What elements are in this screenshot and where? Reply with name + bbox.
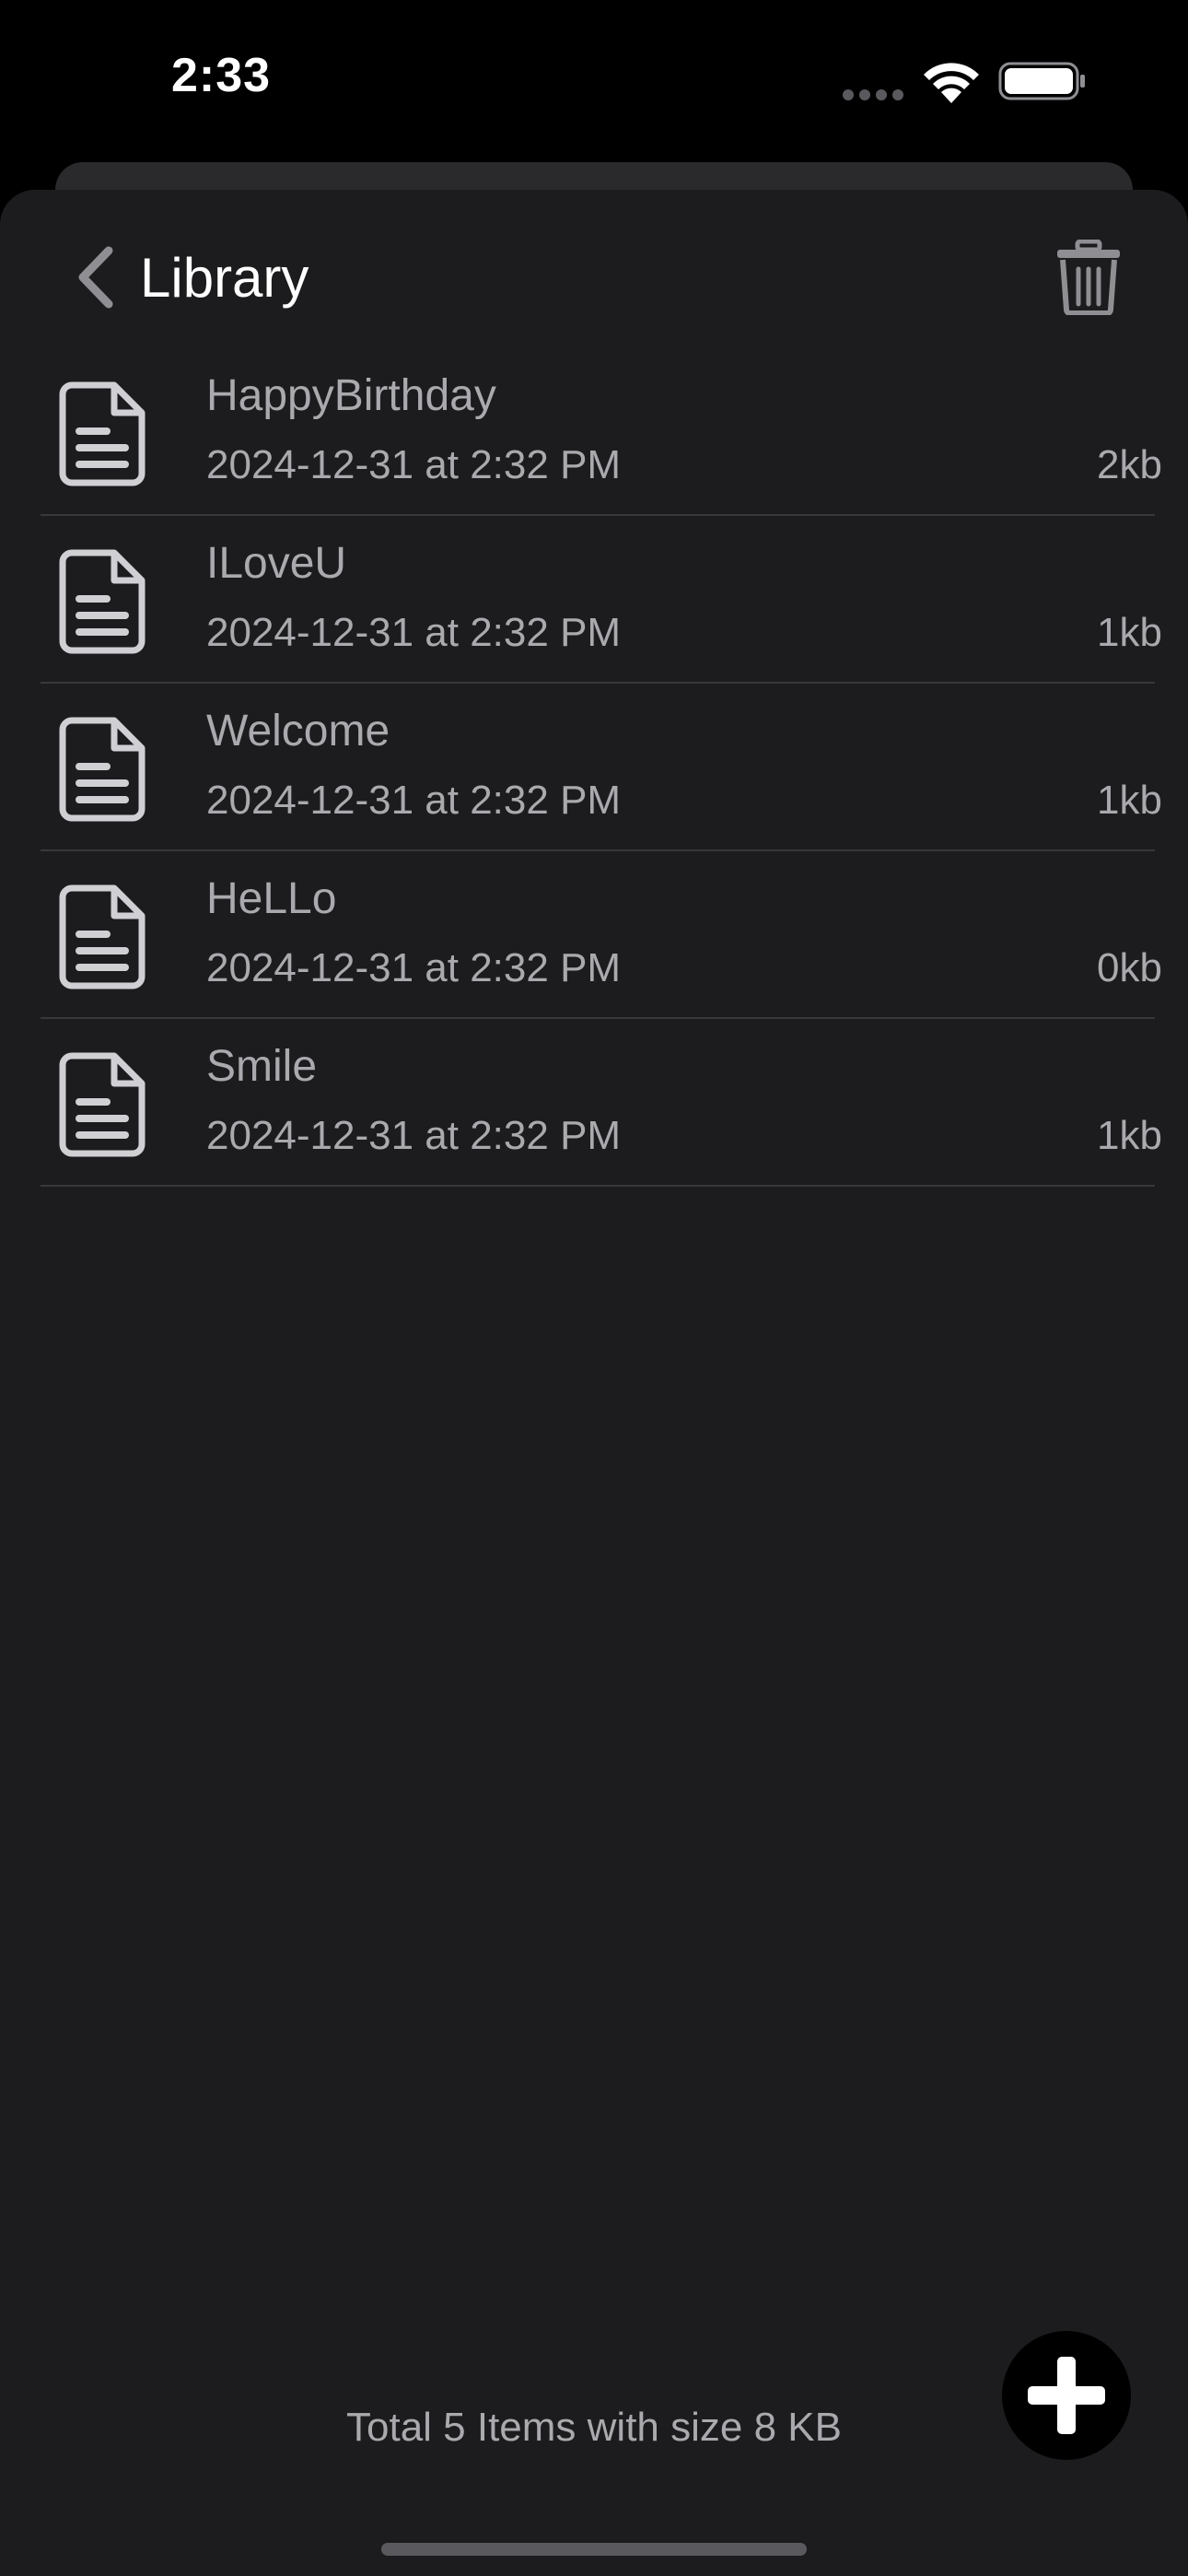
file-name: HeLLo [206,874,337,923]
cellular-signal-icon [843,89,903,100]
file-name: Welcome [206,707,390,755]
file-size: 2kb [1097,442,1162,487]
file-name: ILoveU [206,539,347,588]
file-name: Smile [206,1042,318,1091]
file-date: 2024-12-31 at 2:32 PM [206,945,622,990]
wifi-icon [924,63,979,103]
file-row[interactable]: Smile 2024-12-31 at 2:32 PM 1kb [41,1019,1162,1187]
home-indicator [381,2543,807,2556]
plus-icon [1028,2357,1105,2434]
file-row[interactable]: ILoveU 2024-12-31 at 2:32 PM 1kb [41,516,1162,684]
file-size: 0kb [1097,945,1162,990]
trash-icon [1057,239,1120,316]
document-icon [59,1052,146,1157]
file-date: 2024-12-31 at 2:32 PM [206,1113,622,1158]
chevron-left-icon [78,246,113,309]
document-icon [59,381,146,486]
file-row[interactable]: Welcome 2024-12-31 at 2:32 PM 1kb [41,684,1162,851]
file-date: 2024-12-31 at 2:32 PM [206,778,622,823]
document-icon [59,884,146,989]
add-button[interactable] [1002,2331,1131,2460]
file-row[interactable]: HeLLo 2024-12-31 at 2:32 PM 0kb [41,851,1162,1019]
battery-icon [998,62,1085,100]
file-date: 2024-12-31 at 2:32 PM [206,442,622,487]
page-title: Library [140,246,309,309]
file-date: 2024-12-31 at 2:32 PM [206,610,622,655]
document-icon [59,549,146,654]
status-bar: 2:33 [0,0,1188,175]
file-name: HappyBirthday [206,371,496,420]
delete-button[interactable] [1054,239,1124,316]
status-time: 2:33 [171,49,272,102]
file-row[interactable]: HappyBirthday 2024-12-31 at 2:32 PM 2kb [41,348,1162,516]
back-button[interactable]: Library [74,236,309,319]
file-size: 1kb [1097,778,1162,823]
file-size: 1kb [1097,1113,1162,1158]
file-size: 1kb [1097,610,1162,655]
file-list: HappyBirthday 2024-12-31 at 2:32 PM 2kb … [41,348,1162,1187]
document-icon [59,717,146,822]
